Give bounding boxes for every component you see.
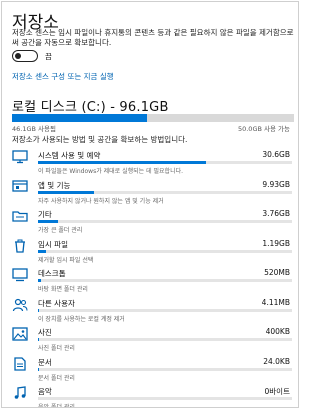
category-size: 9.93GB <box>262 179 290 189</box>
monitor-icon <box>12 150 28 164</box>
category-usage-fill <box>38 190 94 194</box>
category-usage-fill <box>38 249 46 253</box>
category-size: 24.0KB <box>263 356 290 366</box>
category-usage-bar <box>38 249 292 253</box>
category-description: 음악 폴더 관리 <box>38 404 75 408</box>
storage-category-row[interactable]: 사진 400KB 사진 폴더 관리 <box>2 324 298 354</box>
category-usage-bar <box>38 161 292 164</box>
category-size: 0바이트 <box>264 387 290 396</box>
storage-category-row[interactable]: 임시 파일 1.19GB 제거할 임시 파일 선택 <box>2 236 298 266</box>
folder-icon <box>12 209 28 223</box>
apps-icon <box>12 179 28 194</box>
storage-category-row[interactable]: 문서 24.0KB 문서 폴더 관리 <box>2 354 298 384</box>
desktop-icon <box>12 268 28 282</box>
category-description: 바탕 화면 폴더 관리 <box>38 286 88 293</box>
configure-storage-sense-link[interactable]: 저장소 센스 구성 또는 지금 실행 <box>12 71 114 82</box>
storage-settings-window: 저장소 저장소 센스는 임시 파일이나 휴지통의 콘텐츠 등과 같은 필요하지 … <box>1 1 299 408</box>
category-usage-fill <box>38 279 42 282</box>
document-icon <box>12 356 28 371</box>
storage-sense-toggle-label: 끔 <box>45 52 52 61</box>
category-usage-bar <box>38 279 292 282</box>
category-name: 기타 <box>38 210 52 219</box>
category-usage-fill <box>38 367 39 371</box>
drive-usage-fill <box>12 114 148 122</box>
users-icon <box>12 298 28 312</box>
category-description: 이 파일들은 Windows가 제대로 실행되는 데 필요합니다. <box>38 168 184 175</box>
category-usage-bar <box>38 308 292 312</box>
storage-category-row[interactable]: 앱 및 기능 9.93GB 자주 사용하지 않거나 원하지 않는 앱 및 기능 제거 <box>2 177 298 207</box>
trash-icon <box>12 239 28 253</box>
category-name: 음악 <box>38 387 52 396</box>
category-description: 문서 폴더 관리 <box>38 374 75 382</box>
category-description: 이 장치를 사용하는 로컬 계정 제거 <box>38 315 125 323</box>
category-size: 4.11MB <box>261 297 290 307</box>
drive-usage-bar <box>12 114 294 122</box>
category-name: 데스크톱 <box>38 269 66 278</box>
storage-sense-description: 저장소 센스는 임시 파일이나 휴지통의 콘텐츠 등과 같은 필요하지 않은 파… <box>12 28 294 47</box>
category-name: 앱 및 기능 <box>38 180 71 190</box>
category-usage-bar <box>38 397 292 400</box>
category-usage-fill <box>38 161 206 164</box>
category-size: 520MB <box>264 268 290 277</box>
storage-category-row[interactable]: 데스크톱 520MB 바탕 화면 폴더 관리 <box>2 265 298 295</box>
toggle-knob <box>15 53 21 59</box>
drive-free-label: 50.0GB 사용 가능 <box>237 125 290 133</box>
category-size: 3.76GB <box>262 209 290 218</box>
category-size: 400KB <box>265 327 290 336</box>
storage-category-row[interactable]: 기타 3.76GB 가장 큰 폴더 관리 <box>2 206 298 236</box>
storage-category-row[interactable]: 시스템 사용 및 예약 30.6GB 이 파일들은 Windows가 제대로 실행되… <box>2 147 298 177</box>
category-description: 자주 사용하지 않거나 원하지 않는 앱 및 기능 제거 <box>38 197 164 205</box>
drive-used-label: 46.1GB 사용됨 <box>12 125 56 133</box>
storage-sense-toggle[interactable] <box>12 50 38 62</box>
category-description: 제거할 임시 파일 선택 <box>38 256 94 264</box>
image-icon <box>12 327 28 341</box>
category-name: 시스템 사용 및 예약 <box>38 151 101 160</box>
category-usage-fill <box>38 308 40 312</box>
category-size: 30.6GB <box>262 150 290 159</box>
category-usage-bar <box>38 220 292 223</box>
category-name: 임시 파일 <box>38 239 68 249</box>
storage-category-row[interactable]: 음악 0바이트음악 폴더 관리 <box>2 383 298 408</box>
category-usage-bar <box>38 338 292 341</box>
category-description: 가장 큰 폴더 관리 <box>38 227 83 234</box>
category-name: 문서 <box>38 357 52 367</box>
category-name: 다른 사용자 <box>38 298 75 308</box>
category-size: 1.19GB <box>262 238 290 248</box>
category-usage-fill <box>38 220 59 223</box>
storage-intro-text: 저장소가 사용되는 방법 및 공간을 확보하는 방법입니다. <box>12 135 188 144</box>
storage-category-row[interactable]: 다른 사용자 4.11MB 이 장치를 사용하는 로컬 계정 제거 <box>2 295 298 325</box>
drive-title: 로컬 디스크 (C:) - 96.1GB <box>12 100 169 115</box>
music-icon <box>12 386 28 400</box>
category-usage-bar <box>38 190 292 194</box>
category-description: 사진 폴더 관리 <box>38 345 75 352</box>
category-usage-fill <box>38 338 39 341</box>
category-usage-bar <box>38 367 292 371</box>
category-name: 사진 <box>38 328 52 337</box>
